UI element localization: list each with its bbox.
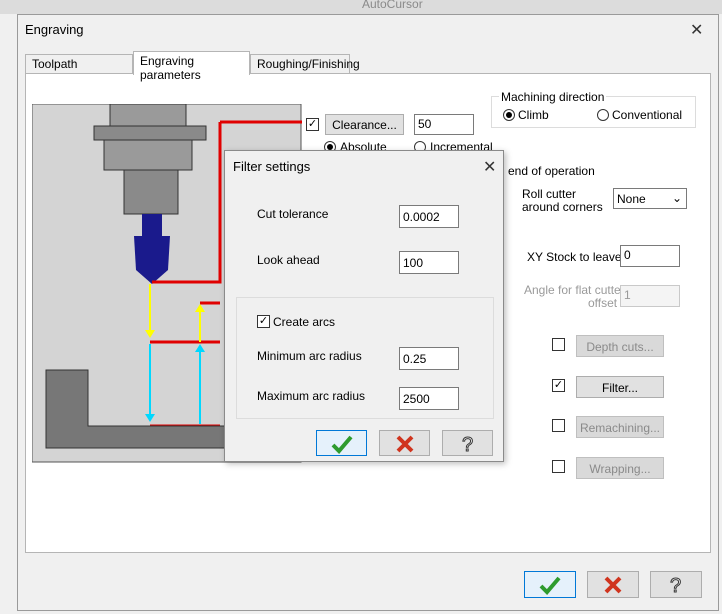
min-arc-input[interactable]: 0.25 (399, 347, 459, 370)
remachining-checkbox[interactable] (552, 419, 565, 432)
angle-flat-input[interactable]: 1 (620, 285, 680, 307)
max-arc-input[interactable]: 2500 (399, 387, 459, 410)
cut-tolerance-input[interactable]: 0.0002 (399, 205, 459, 228)
climb-radio[interactable] (503, 109, 515, 121)
depth-cuts-button[interactable]: Depth cuts... (576, 335, 664, 357)
tab-toolpath-parameters[interactable]: Toolpath parameters (25, 54, 133, 85)
tool-holder-flange (93, 125, 207, 141)
tool-holder-top (109, 104, 187, 127)
xy-stock-input[interactable]: 0 (620, 245, 680, 267)
x-icon (396, 435, 413, 453)
climb-label: Climb (518, 108, 549, 122)
conventional-radio[interactable] (597, 109, 609, 121)
roll-cutter-label-1: Roll cutter (522, 187, 577, 201)
background-app-strip: AutoCursor (0, 0, 722, 14)
window-title: Engraving (25, 22, 84, 37)
clearance-checkbox[interactable]: ✓ (306, 118, 319, 131)
chevron-down-icon: ⌄ (671, 191, 682, 205)
x-icon (604, 576, 622, 594)
ok-button[interactable] (524, 571, 576, 598)
svg-text:?: ? (462, 434, 473, 455)
filter-dialog-title: Filter settings (233, 159, 311, 174)
end-of-operation-label: end of operation (508, 164, 595, 178)
check-icon (331, 435, 353, 454)
background-text: AutoCursor (362, 0, 423, 11)
filter-checkbox[interactable]: ✓ (552, 379, 565, 392)
create-arcs-checkbox[interactable]: ✓ (257, 315, 270, 328)
wrapping-checkbox[interactable] (552, 460, 565, 473)
tool-holder-body (103, 139, 193, 171)
filter-dialog-close-icon[interactable]: ✕ (483, 157, 496, 177)
roll-cutter-label-2: around corners (522, 200, 603, 214)
cut-tolerance-label: Cut tolerance (257, 207, 329, 221)
tool-holder-collet (123, 169, 179, 215)
roll-cutter-value: None (617, 192, 646, 206)
tool-shank (142, 214, 162, 236)
svg-text:?: ? (670, 575, 681, 596)
create-arcs-label: Create arcs (273, 315, 336, 329)
question-icon: ? (670, 575, 682, 598)
filter-help-button[interactable]: ? (442, 430, 493, 457)
look-ahead-label: Look ahead (257, 253, 320, 267)
remachining-button[interactable]: Remachining... (576, 416, 664, 438)
look-ahead-input[interactable]: 100 (399, 251, 459, 274)
xy-stock-label: XY Stock to leave (527, 250, 622, 264)
check-icon (539, 576, 561, 595)
clearance-button[interactable]: Clearance... (325, 114, 404, 135)
tab-engraving-parameters[interactable]: Engraving parameters (133, 51, 250, 82)
clearance-input[interactable]: 50 (414, 114, 474, 135)
filter-ok-button[interactable] (316, 430, 367, 456)
roll-cutter-select[interactable]: None ⌄ (613, 188, 687, 209)
machining-direction-legend: Machining direction (499, 90, 607, 104)
tab-roughing-finishing[interactable]: Roughing/Finishing (250, 54, 360, 74)
max-arc-label: Maximum arc radius (257, 389, 366, 403)
cancel-button[interactable] (587, 571, 639, 598)
min-arc-label: Minimum arc radius (257, 349, 362, 363)
angle-flat-label-2: offset (588, 296, 618, 310)
wrapping-button[interactable]: Wrapping... (576, 457, 664, 479)
window-close-icon[interactable]: ✕ (690, 20, 703, 40)
filter-cancel-button[interactable] (379, 430, 430, 456)
conventional-label: Conventional (612, 108, 683, 122)
filter-button[interactable]: Filter... (576, 376, 664, 398)
question-icon: ? (461, 434, 473, 457)
depth-cuts-checkbox[interactable] (552, 338, 565, 351)
angle-flat-label-1: Angle for flat cutter (524, 283, 625, 297)
help-button[interactable]: ? (650, 571, 702, 598)
